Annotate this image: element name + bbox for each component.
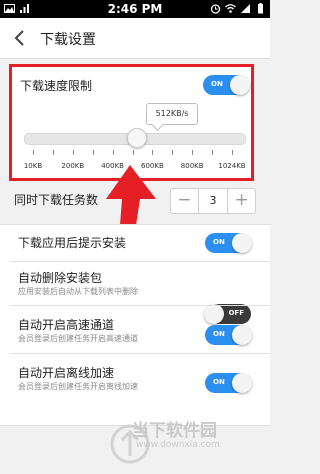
slider-tick [152, 150, 154, 155]
setting-sub-offline-accel: 会员登录后创建任务开启离线加速 [18, 382, 138, 391]
toggle-offline-accel[interactable]: ON [205, 373, 252, 393]
toggle-knob [232, 373, 252, 393]
battery-icon [258, 3, 263, 14]
toggle-high-speed[interactable]: ON [205, 325, 252, 345]
toggle-auto-delete[interactable]: OFF [204, 304, 251, 324]
slider-tick [212, 150, 214, 155]
divider [10, 353, 270, 354]
divider [10, 261, 270, 262]
setting-sub-auto-delete: 应用安装后自动从下载列表中删除 [18, 287, 138, 296]
speed-slider-thumb[interactable] [127, 128, 147, 148]
setting-label-auto-delete: 自动删除安装包 [18, 271, 103, 285]
slider-tick [112, 150, 114, 155]
toggle-state-label: ON [211, 80, 223, 88]
toggle-state-label: ON [213, 330, 225, 338]
slider-tick [132, 150, 134, 155]
toggle-knob [232, 233, 252, 253]
slider-tick [172, 150, 174, 155]
page-title: 下载设置 [40, 32, 96, 48]
slider-tick-label: 800KB [180, 162, 204, 170]
toggle-knob [232, 325, 252, 345]
concurrent-downloads-label: 同时下载任务数 [14, 193, 99, 207]
watermark-url: www.downxia.com [136, 440, 220, 450]
toggle-install-prompt[interactable]: ON [205, 233, 252, 253]
setting-label-high-speed: 自动开启高速通道 [18, 318, 115, 332]
toggle-state-label: ON [213, 238, 225, 246]
setting-sub-high-speed: 会员登录后创建任务开启高速通道 [18, 334, 138, 343]
setting-label-install-prompt: 下载应用后提示安装 [18, 236, 127, 250]
speed-limit-highlight-box: 下载速度限制 ON 512KB/s 10KB 200KB 400KB 600KB 800… [9, 64, 254, 181]
increment-button[interactable]: + [228, 189, 255, 213]
slider-tick [52, 150, 54, 155]
speed-limit-label: 下载速度限制 [20, 79, 93, 93]
concurrent-downloads-stepper[interactable]: − 3 + [170, 188, 256, 214]
status-bar: 2:46 PM [0, 0, 270, 18]
stepper-value: 3 [197, 189, 229, 213]
decrement-button[interactable]: − [171, 189, 198, 213]
concurrent-downloads-row: 同时下载任务数 − 3 + [0, 181, 270, 217]
toggle-state-label: ON [213, 378, 225, 386]
status-right-icons [210, 3, 266, 14]
back-arrow-icon[interactable] [10, 28, 30, 48]
alarm-icon [210, 4, 221, 14]
toggle-knob [204, 304, 224, 324]
slider-tick-label: 1024KB [218, 162, 246, 170]
divider [10, 305, 270, 306]
slider-tick [33, 150, 34, 155]
watermark-text: 当下软件园 [132, 421, 217, 441]
toggle-state-label: OFF [228, 309, 244, 317]
speed-limit-toggle[interactable]: ON [203, 75, 250, 95]
slider-tick [92, 150, 94, 155]
title-bar: 下载设置 [0, 18, 270, 59]
settings-group: 下载应用后提示安装 ON 自动删除安装包 应用安装后自动从下载列表中删除 OFF… [0, 224, 270, 426]
slider-tick [192, 150, 194, 155]
setting-label-offline-accel: 自动开启离线加速 [18, 366, 115, 380]
slider-tick-label: 10KB [23, 162, 43, 170]
speed-value-tooltip: 512KB/s [146, 103, 198, 125]
wifi-icon [225, 4, 236, 13]
cellular-icon [241, 4, 250, 13]
slider-tick [232, 150, 233, 155]
slider-tick-label: 200KB [61, 162, 85, 170]
toggle-knob [230, 75, 250, 95]
slider-tick [72, 150, 74, 155]
